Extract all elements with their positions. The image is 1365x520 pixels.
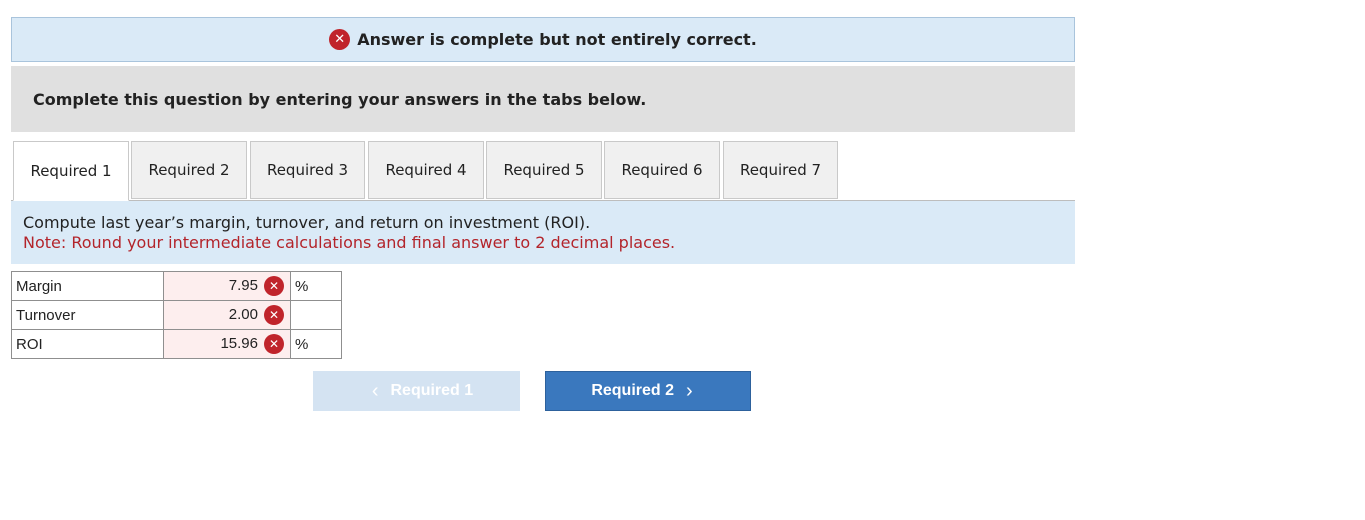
tab-required-3[interactable]: Required 3 (250, 141, 365, 199)
chevron-right-icon: › (686, 380, 693, 402)
roi-input[interactable]: 15.96 ✕ (163, 329, 291, 359)
row-label: Turnover (11, 300, 164, 330)
incorrect-icon: ✕ (264, 276, 284, 296)
question-panel: Compute last year’s margin, turnover, an… (11, 201, 1075, 264)
result-banner-text: Answer is complete but not entirely corr… (357, 30, 757, 49)
chevron-left-icon: ‹ (371, 380, 379, 402)
prev-button-label: Required 1 (390, 382, 474, 399)
table-row: ROI 15.96 ✕ % (11, 329, 342, 359)
question-note: Note: Round your intermediate calculatio… (23, 233, 676, 252)
row-label: Margin (11, 271, 164, 301)
instruction-panel: Complete this question by entering your … (11, 66, 1075, 132)
row-label: ROI (11, 329, 164, 359)
tab-required-1[interactable]: Required 1 (13, 141, 129, 201)
prev-button: ‹ Required 1 (313, 371, 520, 411)
answer-table: Margin 7.95 ✕ % Turnover 2.00 ✕ ROI 15.9… (11, 271, 342, 359)
tab-required-6[interactable]: Required 6 (604, 141, 720, 199)
incorrect-icon: ✕ (264, 334, 284, 354)
question-text: Compute last year’s margin, turnover, an… (23, 213, 591, 232)
tab-required-7[interactable]: Required 7 (723, 141, 838, 199)
tab-required-5[interactable]: Required 5 (486, 141, 602, 199)
table-row: Turnover 2.00 ✕ (11, 300, 342, 330)
roi-value: 15.96 (220, 335, 258, 352)
tab-required-4[interactable]: Required 4 (368, 141, 484, 199)
turnover-input[interactable]: 2.00 ✕ (163, 300, 291, 330)
x-circle-icon: ✕ (329, 29, 351, 50)
unit-label (290, 300, 342, 330)
instruction-text: Complete this question by entering your … (33, 89, 647, 109)
unit-label: % (290, 271, 342, 301)
margin-input[interactable]: 7.95 ✕ (163, 271, 291, 301)
margin-value: 7.95 (228, 277, 258, 294)
result-banner: ✕ Answer is complete but not entirely co… (11, 17, 1075, 62)
unit-label: % (290, 329, 342, 359)
next-button[interactable]: Required 2 › (545, 371, 751, 411)
tab-required-2[interactable]: Required 2 (131, 141, 247, 199)
tab-bar: Required 1 Required 2 Required 3 Require… (13, 141, 1075, 201)
next-button-label: Required 2 (591, 382, 674, 399)
incorrect-icon: ✕ (264, 305, 284, 325)
table-row: Margin 7.95 ✕ % (11, 271, 342, 301)
turnover-value: 2.00 (228, 306, 258, 323)
